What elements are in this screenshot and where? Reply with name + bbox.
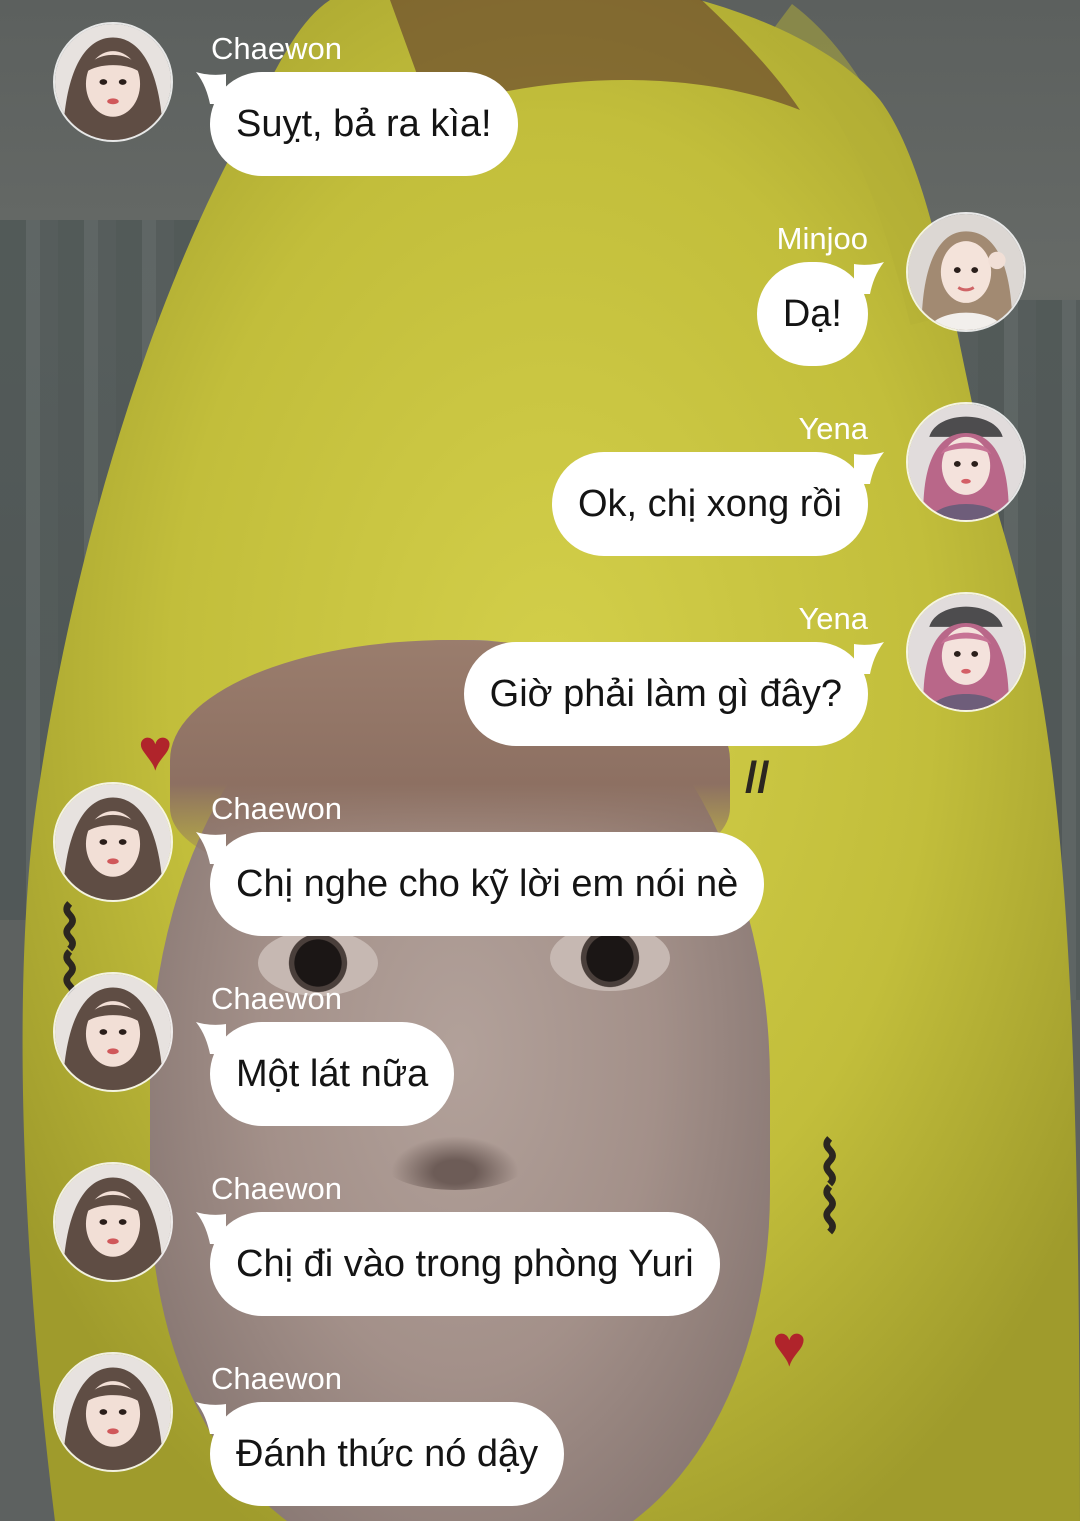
avatar-chaewon[interactable] [53,972,173,1092]
sender-name: Chaewon [211,1361,342,1396]
avatar-chaewon-icon [55,24,171,140]
sender-name: Chaewon [211,31,342,66]
message-bubble[interactable]: Ok, chị xong rồi [552,452,868,556]
sender-name: Yena [798,601,868,636]
message-bubble[interactable]: Giờ phải làm gì đây? [463,642,868,746]
chat-thread: Chaewon Suỵt, bả ra kìa! Minjoo Dạ! Yena… [0,0,1080,1521]
avatar-minjoo[interactable] [906,212,1026,332]
sender-name: Yena [798,411,868,446]
avatar-chaewon-icon [55,1164,171,1280]
message-bubble[interactable]: Dạ! [756,262,868,366]
sender-name: Chaewon [211,1171,342,1206]
message-bubble[interactable]: Đánh thức nó dậy [210,1402,565,1506]
avatar-chaewon[interactable] [53,782,173,902]
avatar-chaewon[interactable] [53,1352,173,1472]
avatar-chaewon[interactable] [53,1162,173,1282]
avatar-yena[interactable] [906,402,1026,522]
avatar-chaewon-icon [55,974,171,1090]
message-bubble[interactable]: Suỵt, bả ra kìa! [210,72,518,176]
sender-name: Minjoo [776,221,868,256]
avatar-yena-icon [908,594,1024,710]
avatar-chaewon-icon [55,1354,171,1470]
avatar-chaewon[interactable] [53,22,173,142]
message-bubble[interactable]: Một lát nữa [210,1022,455,1126]
sender-name: Chaewon [211,981,342,1016]
avatar-chaewon-icon [55,784,171,900]
avatar-yena[interactable] [906,592,1026,712]
sender-name: Chaewon [211,791,342,826]
avatar-minjoo-icon [908,214,1024,330]
avatar-yena-icon [908,404,1024,520]
message-bubble[interactable]: Chị đi vào trong phòng Yuri [210,1212,720,1316]
message-bubble[interactable]: Chị nghe cho kỹ lời em nói nè [210,832,765,936]
